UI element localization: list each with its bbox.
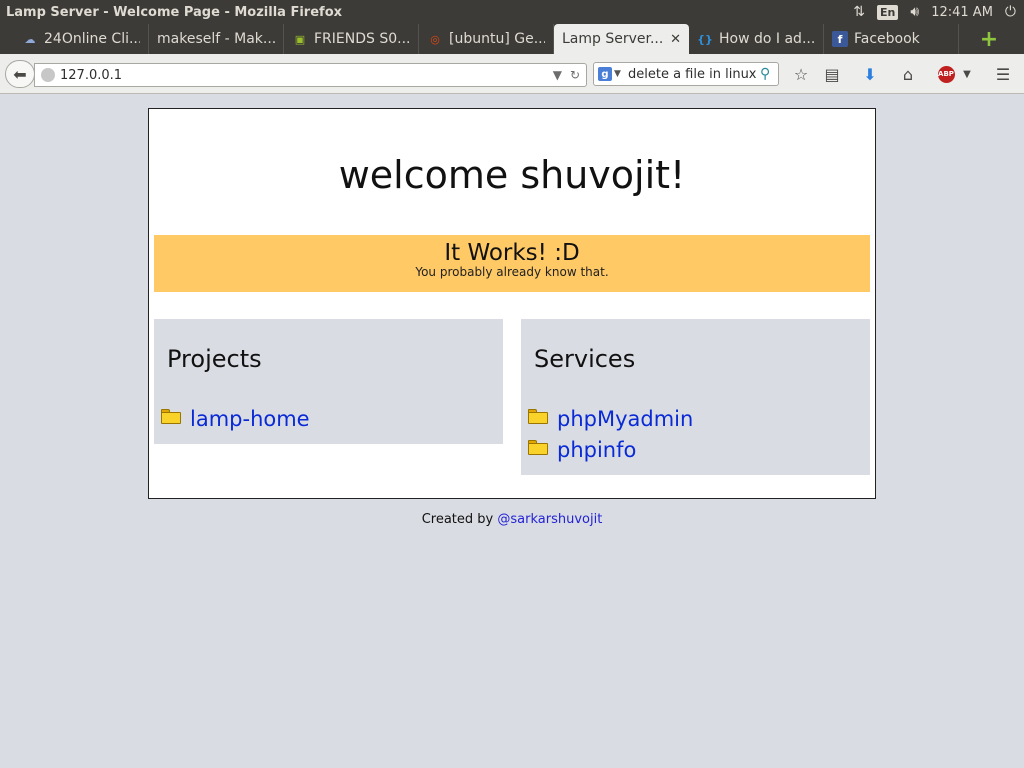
menu-hamburger-icon[interactable]: ☰	[992, 64, 1014, 84]
reload-icon[interactable]: ↻	[570, 68, 580, 82]
search-bar[interactable]: g ▼ delete a file in linux ⚲	[593, 62, 779, 86]
search-input[interactable]: delete a file in linux	[626, 67, 760, 82]
bookmark-star-icon[interactable]: ☆	[790, 64, 812, 84]
services-heading: Services	[534, 345, 636, 373]
url-bar[interactable]: 127.0.0.1 ▼ ↻	[34, 63, 587, 87]
tv-favicon-icon: ▣	[294, 32, 306, 46]
close-tab-icon[interactable]: ✕	[670, 32, 681, 47]
folder-link[interactable]: phpinfo	[557, 438, 636, 462]
home-icon[interactable]: ⌂	[897, 64, 919, 84]
tab-2[interactable]: ▣ FRIENDS S0...	[284, 24, 419, 54]
power-gear-icon[interactable]: ⏻	[1005, 4, 1016, 20]
bookmarks-list-icon[interactable]: ▤	[821, 64, 843, 84]
tab-0[interactable]: ☁ 24Online Cli...	[14, 24, 149, 54]
services-list: phpMyadmin phpinfo	[528, 403, 693, 465]
clock[interactable]: 12:41 AM	[931, 5, 993, 20]
stackexchange-favicon-icon: {}	[697, 32, 713, 46]
welcome-card: welcome shuvojit! It Works! :D You proba…	[148, 108, 876, 499]
new-tab-plus-icon[interactable]: +	[974, 24, 1004, 54]
tab-strip: ☁ 24Online Cli... makeself - Mak... ▣ FRIEND…	[0, 24, 1024, 54]
adblock-dropdown-icon[interactable]: ▼	[960, 64, 974, 84]
tab-label: Lamp Server...	[562, 31, 664, 47]
network-arrows-icon[interactable]: ⇅	[853, 4, 865, 20]
it-works-banner: It Works! :D You probably already know t…	[154, 235, 870, 292]
projects-heading: Projects	[167, 345, 262, 373]
services-panel: Services phpMyadmin phpinfo	[521, 319, 870, 475]
cloud-favicon-icon: ☁	[24, 32, 36, 46]
google-icon: g	[598, 67, 612, 81]
volume-icon[interactable]: 🔊︎	[910, 4, 919, 20]
tab-label: Facebook	[854, 31, 920, 47]
back-arrow-icon: ⬅	[13, 64, 27, 84]
tab-label: How do I ad...	[719, 31, 815, 47]
tab-label: FRIENDS S0...	[314, 31, 410, 47]
adblock-icon[interactable]: ABP	[935, 64, 957, 84]
indicator-area: ⇅ En 🔊︎ 12:41 AM ⏻	[853, 4, 1024, 20]
search-magnifier-icon[interactable]: ⚲	[760, 66, 778, 82]
projects-list: lamp-home	[161, 403, 310, 434]
folder-link[interactable]: lamp-home	[190, 407, 310, 431]
folder-link[interactable]: phpMyadmin	[557, 407, 693, 431]
downloads-arrow-icon[interactable]: ⬇	[859, 64, 881, 84]
facebook-favicon-icon: f	[832, 31, 848, 47]
banner-subtitle: You probably already know that.	[415, 265, 609, 279]
url-dropdown-icon[interactable]: ▼	[553, 68, 562, 82]
list-item: phpMyadmin	[528, 403, 693, 434]
url-text: 127.0.0.1	[60, 67, 123, 83]
window-title: Lamp Server - Welcome Page - Mozilla Fir…	[6, 4, 343, 20]
list-item: phpinfo	[528, 434, 693, 465]
chevron-down-icon: ▼	[614, 69, 621, 79]
folder-icon	[161, 408, 181, 424]
footer-prefix: Created by	[421, 512, 494, 527]
tab-5[interactable]: {} How do I ad...	[689, 24, 824, 54]
ubuntu-favicon-icon: ◎	[430, 32, 440, 46]
folder-icon	[528, 408, 548, 424]
folder-icon	[528, 439, 548, 455]
page-footer: Created by @sarkarshuvojit	[148, 512, 876, 527]
tab-3[interactable]: ◎ [ubuntu] Ge...	[419, 24, 554, 54]
projects-panel: Projects lamp-home	[154, 319, 503, 444]
tab-label: makeself - Mak...	[157, 31, 275, 47]
keyboard-layout-indicator[interactable]: En	[877, 4, 899, 20]
system-top-panel: Lamp Server - Welcome Page - Mozilla Fir…	[0, 0, 1024, 24]
list-item: lamp-home	[161, 403, 310, 434]
site-identity-globe-icon[interactable]	[41, 68, 55, 82]
banner-title: It Works! :D	[444, 240, 580, 266]
tab-1[interactable]: makeself - Mak...	[149, 24, 284, 54]
tab-label: 24Online Cli...	[44, 31, 140, 47]
tab-4[interactable]: Lamp Server... ✕	[554, 24, 689, 54]
tab-6[interactable]: f Facebook	[824, 24, 959, 54]
search-engine-selector[interactable]: g ▼	[594, 67, 626, 81]
back-button[interactable]: ⬅	[5, 60, 35, 88]
tab-label: [ubuntu] Ge...	[449, 31, 545, 47]
page-title: welcome shuvojit!	[338, 153, 686, 197]
footer-author-link[interactable]: @sarkarshuvojit	[497, 512, 602, 527]
